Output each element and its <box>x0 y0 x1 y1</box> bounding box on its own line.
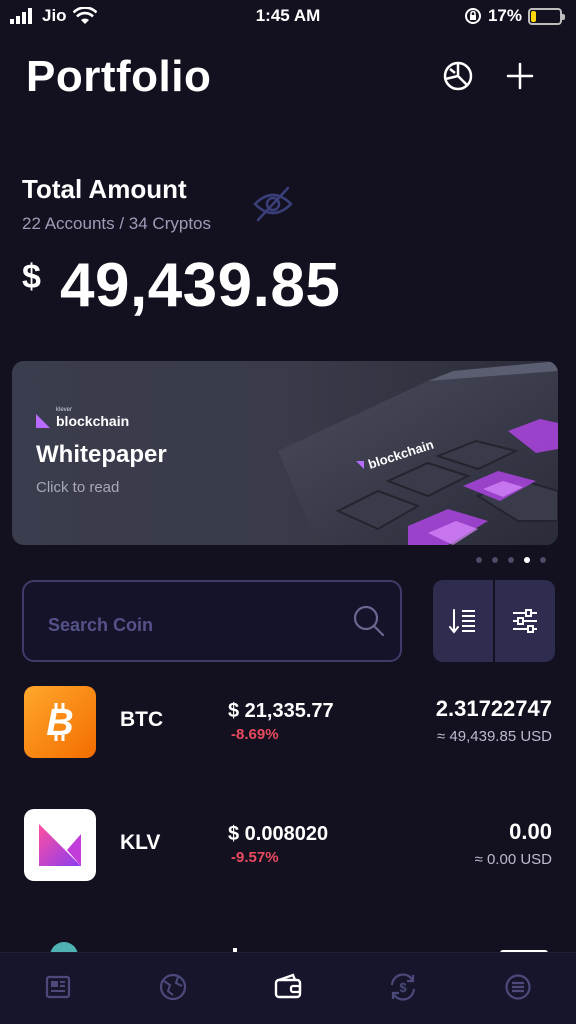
whitepaper-book-image: blockchain <box>278 361 558 545</box>
exchange-icon: $ <box>391 972 416 1001</box>
coin-price: $ 0.008020 <box>228 823 329 845</box>
banner-title: Whitepaper <box>36 441 167 468</box>
banner-brand-text: blockchain <box>56 413 130 429</box>
status-right: 17% <box>464 6 565 26</box>
filter-button[interactable] <box>495 580 555 662</box>
battery-percent: 17% <box>487 6 522 25</box>
klever-logo-icon <box>36 414 50 428</box>
coin-change: -8.69% <box>231 726 279 743</box>
total-label: Total Amount <box>22 174 187 204</box>
coin-amount: 2.31722747 <box>435 696 552 721</box>
coin-symbol: BTC <box>120 708 164 731</box>
news-icon <box>45 975 70 998</box>
banner-subtitle: Click to read <box>36 479 120 496</box>
chart-pie-icon[interactable] <box>440 58 476 94</box>
tab-news[interactable] <box>28 962 88 1012</box>
pagination-dot[interactable] <box>476 557 482 563</box>
coin-row-klv[interactable]: KLV $ 0.008020 -9.57% 0.00 ≈ 0.00 USD <box>0 809 576 909</box>
tab-menu[interactable] <box>488 962 548 1012</box>
orientation-lock-icon <box>464 8 481 24</box>
tab-exchange[interactable]: $ <box>373 962 433 1012</box>
klever-icon <box>24 809 96 881</box>
plus-icon[interactable] <box>502 58 538 94</box>
sort-button[interactable] <box>433 580 493 662</box>
menu-icon <box>505 973 531 1000</box>
coin-fiat-value: ≈ 0.00 USD <box>474 851 552 868</box>
wallet-icon <box>274 972 302 998</box>
page-title: Portfolio <box>26 52 212 101</box>
search-input[interactable]: Search Coin <box>22 580 402 662</box>
pagination-dot[interactable] <box>540 557 546 563</box>
currency-symbol: $ <box>22 258 41 296</box>
search-placeholder: Search Coin <box>48 615 154 635</box>
svg-text:B: B <box>46 702 73 744</box>
total-value: 49,439.85 <box>60 251 341 320</box>
tab-bar: $ <box>0 952 576 1024</box>
sort-icon <box>449 609 475 634</box>
pagination-dot[interactable] <box>508 557 514 563</box>
search-icon[interactable] <box>352 604 386 638</box>
sliders-icon <box>513 609 537 633</box>
eye-off-icon[interactable] <box>252 184 294 224</box>
coin-symbol: KLV <box>120 831 161 854</box>
battery-icon <box>528 7 565 25</box>
list-tools <box>433 580 555 662</box>
tab-explore[interactable] <box>143 962 203 1012</box>
banner-brand-small: klever <box>56 407 73 413</box>
status-bar: Jio 1:45 AM 17% <box>0 0 576 34</box>
svg-text:$: $ <box>400 980 408 995</box>
coin-price: $ 21,335.77 <box>228 700 334 722</box>
tab-wallet[interactable] <box>258 962 318 1012</box>
coin-amount: 0.00 <box>509 819 552 844</box>
coin-row-btc[interactable]: B BTC $ 21,335.77 -8.69% 2.31722747 ≈ 49… <box>0 686 576 786</box>
accounts-summary: 22 Accounts / 34 Cryptos <box>22 214 211 233</box>
coin-change: -9.57% <box>231 849 279 866</box>
battery-level <box>531 10 536 22</box>
pagination-dot[interactable] <box>492 557 498 563</box>
pagination-dot[interactable] <box>524 557 530 563</box>
coin-fiat-value: ≈ 49,439.85 USD <box>437 728 552 745</box>
banner-pagination[interactable] <box>476 557 546 563</box>
whitepaper-banner[interactable]: klever blockchain Whitepaper Click to re… <box>12 361 558 545</box>
bitcoin-icon: B <box>24 686 96 758</box>
explore-icon <box>159 973 186 1000</box>
banner-brand: klever blockchain <box>36 407 130 429</box>
